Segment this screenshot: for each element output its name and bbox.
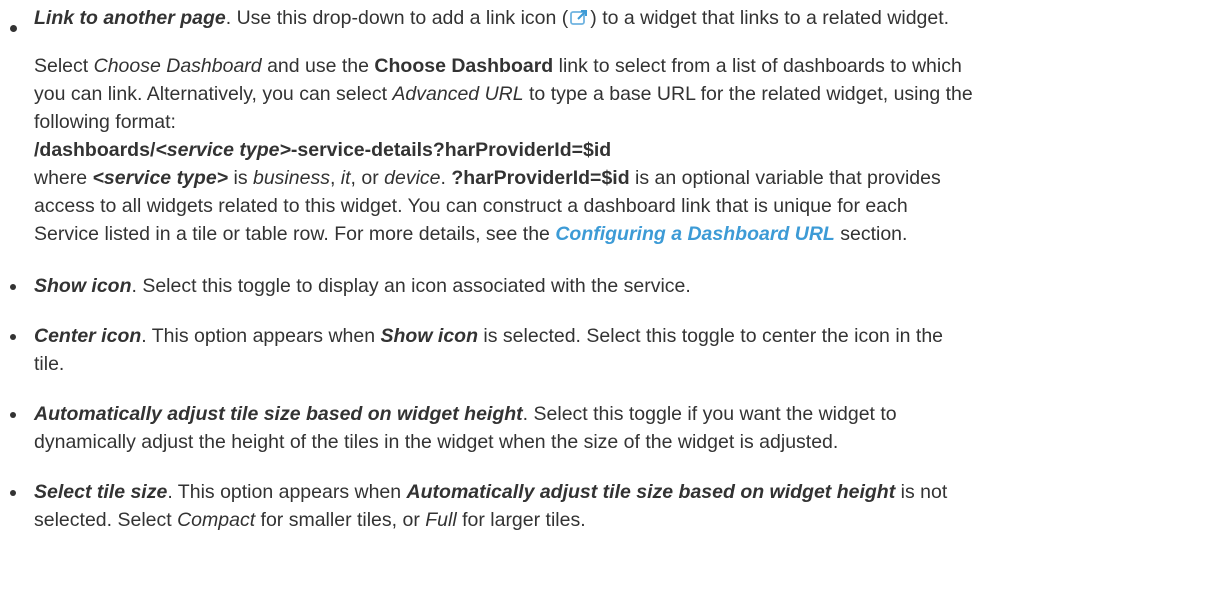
option-name: Advanced URL bbox=[392, 83, 524, 105]
bullet bbox=[10, 334, 16, 340]
configuring-dashboard-url-link[interactable]: Configuring a Dashboard URL bbox=[555, 223, 835, 245]
value: device bbox=[384, 167, 441, 189]
text: , or bbox=[350, 167, 385, 189]
desc: . Use this drop-down to add a link icon … bbox=[225, 7, 569, 29]
desc: for smaller tiles, or bbox=[255, 509, 426, 531]
desc: is not bbox=[895, 481, 948, 503]
reference: Automatically adjust tile size based on … bbox=[406, 481, 896, 503]
item-text: Select tile size. This option appears wh… bbox=[34, 478, 1218, 506]
option-name: Full bbox=[425, 509, 457, 531]
desc: . This option appears when bbox=[167, 481, 407, 503]
parameter: ?harProviderId=$id bbox=[451, 167, 630, 189]
bullet bbox=[10, 284, 16, 290]
term: Show icon bbox=[34, 275, 132, 297]
paragraph-line: following format: bbox=[34, 108, 176, 136]
text: link to select from a list of dashboards… bbox=[553, 55, 962, 77]
desc: ) to a widget that links to a related wi… bbox=[590, 7, 950, 29]
text: you can link. Alternatively, you can sel… bbox=[34, 83, 393, 105]
text: is bbox=[228, 167, 253, 189]
desc: selected. Select bbox=[34, 509, 178, 531]
url-part: /dashboards/ bbox=[34, 139, 156, 161]
url-part: -service-details?harProviderId=$id bbox=[290, 139, 612, 161]
term: Select tile size bbox=[34, 481, 168, 503]
url-format: /dashboards/<service type>-service-detai… bbox=[34, 136, 611, 164]
desc: for larger tiles. bbox=[456, 509, 586, 531]
text: access to all widgets related to this wi… bbox=[34, 195, 908, 217]
paragraph-line: Service listed in a tile or table row. F… bbox=[34, 220, 907, 248]
desc: . Select this toggle if you want the wid… bbox=[522, 403, 897, 425]
text: following format: bbox=[34, 111, 176, 133]
desc: . This option appears when bbox=[141, 325, 381, 347]
bullet bbox=[10, 490, 16, 496]
document-body: Link to another page. Use this drop-down… bbox=[0, 0, 1222, 600]
value: it bbox=[340, 167, 351, 189]
paragraph-line: you can link. Alternatively, you can sel… bbox=[34, 80, 973, 108]
text: and use the bbox=[261, 55, 375, 77]
bullet bbox=[10, 412, 16, 418]
desc: is selected. Select this toggle to cente… bbox=[478, 325, 944, 347]
item-text: Center icon. This option appears when Sh… bbox=[34, 322, 1218, 350]
option-name: Choose Dashboard bbox=[93, 55, 262, 77]
paragraph-line: access to all widgets related to this wi… bbox=[34, 192, 908, 220]
item-text: Automatically adjust tile size based on … bbox=[34, 400, 1218, 428]
desc: . Select this toggle to display an icon … bbox=[131, 275, 691, 297]
reference: Show icon bbox=[380, 325, 479, 347]
desc: tile. bbox=[34, 353, 65, 375]
value: business bbox=[252, 167, 330, 189]
term: Link to another page bbox=[34, 7, 226, 29]
text: . bbox=[440, 167, 452, 189]
term: Automatically adjust tile size based on … bbox=[34, 403, 523, 425]
ui-label: Choose Dashboard bbox=[374, 55, 554, 77]
term: Center icon bbox=[34, 325, 142, 347]
bullet bbox=[10, 25, 17, 32]
item-text: Link to another page. Use this drop-down… bbox=[34, 4, 1218, 32]
paragraph-line: where <service type> is business, it, or… bbox=[34, 164, 941, 192]
text: section. bbox=[834, 223, 908, 245]
paragraph-line: Select Choose Dashboard and use the Choo… bbox=[34, 52, 962, 80]
item-text-continued: tile. bbox=[34, 350, 1218, 378]
text: Service listed in a tile or table row. F… bbox=[34, 223, 556, 245]
url-variable: <service type> bbox=[155, 139, 291, 161]
option-name: Compact bbox=[177, 509, 256, 531]
text: to type a base URL for the related widge… bbox=[523, 83, 973, 105]
item-text: Show icon. Select this toggle to display… bbox=[34, 272, 1218, 300]
external-link-icon bbox=[570, 6, 588, 25]
text: , bbox=[329, 167, 341, 189]
text: Select bbox=[34, 55, 94, 77]
item-text-continued: selected. Select Compact for smaller til… bbox=[34, 506, 1218, 534]
desc: dynamically adjust the height of the til… bbox=[34, 431, 839, 453]
text: is an optional variable that provides bbox=[629, 167, 941, 189]
text: where bbox=[34, 167, 93, 189]
variable: <service type> bbox=[92, 167, 229, 189]
item-text-continued: dynamically adjust the height of the til… bbox=[34, 428, 1218, 456]
